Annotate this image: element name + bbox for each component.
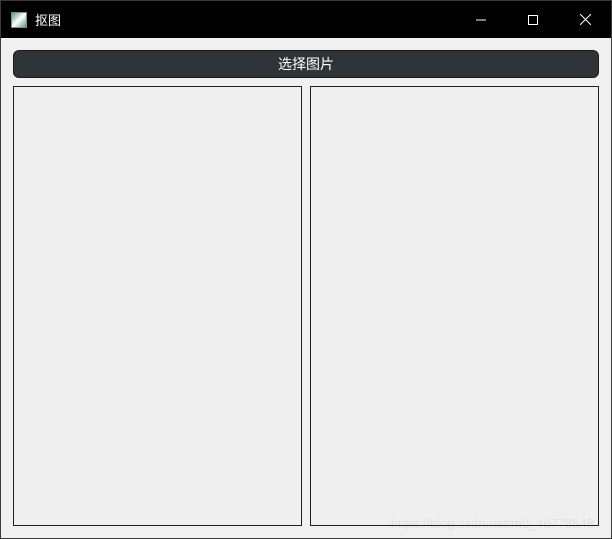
result-image-panel xyxy=(310,86,599,526)
maximize-button[interactable] xyxy=(507,1,559,38)
minimize-button[interactable] xyxy=(455,1,507,38)
close-button[interactable] xyxy=(559,1,611,38)
content-area: 选择图片 xyxy=(1,38,611,538)
close-icon xyxy=(580,14,591,25)
window-title: 抠图 xyxy=(35,10,455,29)
minimize-icon xyxy=(476,15,486,25)
window-controls xyxy=(455,1,611,38)
maximize-icon xyxy=(528,15,538,25)
app-window: 抠图 选择图片 xyxy=(0,0,612,539)
app-icon xyxy=(11,12,27,28)
source-image-panel xyxy=(13,86,302,526)
image-panels xyxy=(13,86,599,526)
select-image-button[interactable]: 选择图片 xyxy=(13,50,599,78)
titlebar: 抠图 xyxy=(1,1,611,38)
